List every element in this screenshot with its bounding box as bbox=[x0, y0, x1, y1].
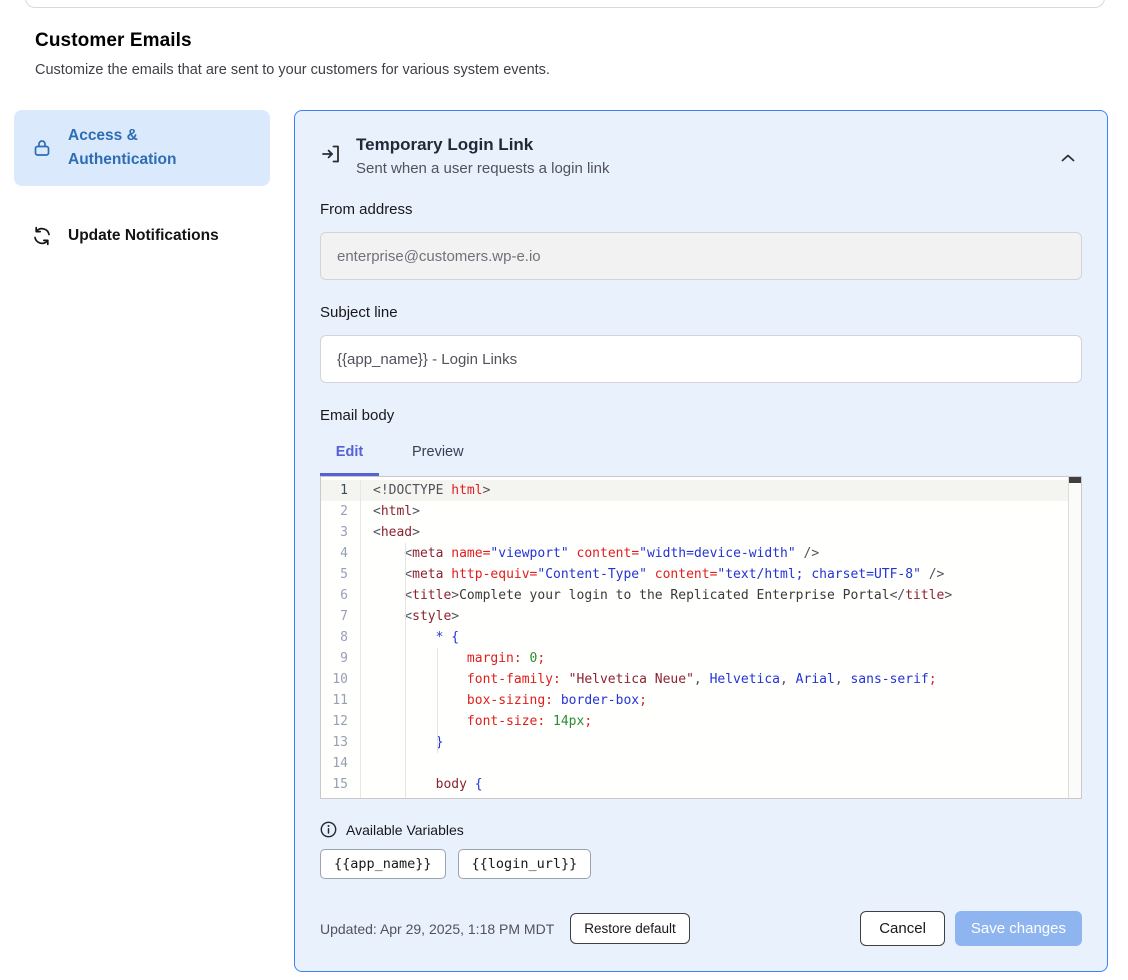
line-number: 5 bbox=[321, 564, 361, 585]
line-number: 13 bbox=[321, 732, 361, 753]
code-text: <style> bbox=[361, 606, 459, 627]
collapse-panel-button[interactable] bbox=[1054, 143, 1082, 171]
email-types-sidebar: Access & Authentication Update Notificat… bbox=[14, 110, 270, 262]
available-variables-label: Available Variables bbox=[346, 822, 464, 838]
email-body-code-editor[interactable]: 1<!DOCTYPE html>2<html>3<head>4 <meta na… bbox=[320, 476, 1082, 799]
page-subtitle: Customize the emails that are sent to yo… bbox=[35, 62, 1095, 78]
code-text: margin: 0; bbox=[361, 648, 545, 669]
line-number: 12 bbox=[321, 711, 361, 732]
line-number: 3 bbox=[321, 522, 361, 543]
code-text: box-sizing: border-box; bbox=[361, 690, 647, 711]
tab-preview[interactable]: Preview bbox=[403, 440, 473, 476]
subject-line-input[interactable] bbox=[320, 335, 1082, 383]
code-text: font-size: 14px; bbox=[361, 711, 592, 732]
variable-chips: {{app_name}} {{login_url}} bbox=[320, 849, 1082, 879]
from-address-input[interactable] bbox=[320, 232, 1082, 280]
temporary-login-link-panel: Temporary Login Link Sent when a user re… bbox=[294, 110, 1108, 972]
code-line[interactable]: 5 <meta http-equiv="Content-Type" conten… bbox=[321, 564, 1081, 585]
line-number: 8 bbox=[321, 627, 361, 648]
sidebar-item-label: Access & Authentication bbox=[68, 124, 198, 172]
line-number: 11 bbox=[321, 690, 361, 711]
code-line[interactable]: 3<head> bbox=[321, 522, 1081, 543]
cancel-button[interactable]: Cancel bbox=[860, 911, 945, 946]
code-text: body { bbox=[361, 774, 483, 795]
editor-scrollbar-thumb[interactable] bbox=[1069, 477, 1081, 483]
code-text: <head> bbox=[361, 522, 420, 543]
editor-vertical-scrollbar[interactable] bbox=[1068, 477, 1081, 798]
variable-chip[interactable]: {{app_name}} bbox=[320, 849, 446, 879]
info-icon bbox=[320, 821, 337, 838]
panel-subtitle: Sent when a user requests a login link bbox=[356, 160, 1054, 177]
code-lines: 1<!DOCTYPE html>2<html>3<head>4 <meta na… bbox=[321, 480, 1081, 799]
indent-guide bbox=[405, 543, 406, 798]
line-number: 10 bbox=[321, 669, 361, 690]
from-address-label: From address bbox=[320, 201, 1082, 218]
previous-card-bottom-edge bbox=[25, 0, 1105, 8]
chevron-up-icon bbox=[1061, 150, 1075, 165]
code-text: <!DOCTYPE html> bbox=[361, 480, 490, 501]
subject-line-label: Subject line bbox=[320, 304, 1082, 321]
code-text: <meta name="viewport" content="width=dev… bbox=[361, 543, 819, 564]
sidebar-item-access-authentication[interactable]: Access & Authentication bbox=[14, 110, 270, 186]
code-text: font-family: "Helvetica Neue", Helvetica… bbox=[361, 669, 937, 690]
line-number: 14 bbox=[321, 753, 361, 774]
email-body-tabs: Edit Preview bbox=[320, 440, 1082, 476]
sidebar-item-update-notifications[interactable]: Update Notifications bbox=[14, 210, 270, 262]
code-line[interactable]: 9 margin: 0; bbox=[321, 648, 1081, 669]
line-number: 7 bbox=[321, 606, 361, 627]
code-line[interactable]: 8 * { bbox=[321, 627, 1081, 648]
lock-icon bbox=[30, 136, 54, 160]
line-number: 2 bbox=[321, 501, 361, 522]
code-line[interactable]: 16 background-color: #f6f6f6; bbox=[321, 795, 1081, 799]
sidebar-item-label: Update Notifications bbox=[68, 224, 219, 248]
code-line[interactable]: 10 font-family: "Helvetica Neue", Helvet… bbox=[321, 669, 1081, 690]
code-line[interactable]: 6 <title>Complete your login to the Repl… bbox=[321, 585, 1081, 606]
code-line[interactable]: 11 box-sizing: border-box; bbox=[321, 690, 1081, 711]
content-layout: Access & Authentication Update Notificat… bbox=[14, 110, 1108, 972]
code-text bbox=[361, 753, 373, 774]
code-line[interactable]: 15 body { bbox=[321, 774, 1081, 795]
page-header: Customer Emails Customize the emails tha… bbox=[35, 30, 1095, 78]
sync-icon bbox=[30, 224, 54, 248]
available-variables-header: Available Variables bbox=[320, 821, 1082, 838]
code-line[interactable]: 7 <style> bbox=[321, 606, 1081, 627]
line-number: 16 bbox=[321, 795, 361, 799]
tab-edit[interactable]: Edit bbox=[320, 440, 379, 476]
line-number: 6 bbox=[321, 585, 361, 606]
restore-default-button[interactable]: Restore default bbox=[570, 913, 690, 944]
email-body-label: Email body bbox=[320, 407, 1082, 424]
login-icon bbox=[320, 142, 342, 166]
code-text: } bbox=[361, 732, 443, 753]
page-title: Customer Emails bbox=[35, 30, 1095, 52]
line-number: 4 bbox=[321, 543, 361, 564]
code-text: <html> bbox=[361, 501, 420, 522]
code-line[interactable]: 2<html> bbox=[321, 501, 1081, 522]
line-number: 9 bbox=[321, 648, 361, 669]
code-text: <meta http-equiv="Content-Type" content=… bbox=[361, 564, 944, 585]
panel-title: Temporary Login Link bbox=[356, 135, 1054, 155]
code-text: <title>Complete your login to the Replic… bbox=[361, 585, 952, 606]
code-text: * { bbox=[361, 627, 459, 648]
updated-timestamp: Updated: Apr 29, 2025, 1:18 PM MDT bbox=[320, 921, 554, 937]
code-line[interactable]: 1<!DOCTYPE html> bbox=[321, 480, 1081, 501]
code-line[interactable]: 13 } bbox=[321, 732, 1081, 753]
panel-header-text: Temporary Login Link Sent when a user re… bbox=[356, 135, 1054, 177]
variable-chip[interactable]: {{login_url}} bbox=[458, 849, 592, 879]
code-line[interactable]: 12 font-size: 14px; bbox=[321, 711, 1081, 732]
panel-header: Temporary Login Link Sent when a user re… bbox=[320, 135, 1082, 177]
line-number: 15 bbox=[321, 774, 361, 795]
line-number: 1 bbox=[321, 480, 361, 501]
indent-guide bbox=[437, 648, 438, 753]
panel-footer: Updated: Apr 29, 2025, 1:18 PM MDT Resto… bbox=[320, 911, 1082, 946]
code-line[interactable]: 14 bbox=[321, 753, 1081, 774]
save-changes-button[interactable]: Save changes bbox=[955, 911, 1082, 946]
code-line[interactable]: 4 <meta name="viewport" content="width=d… bbox=[321, 543, 1081, 564]
code-text: background-color: #f6f6f6; bbox=[361, 795, 670, 799]
